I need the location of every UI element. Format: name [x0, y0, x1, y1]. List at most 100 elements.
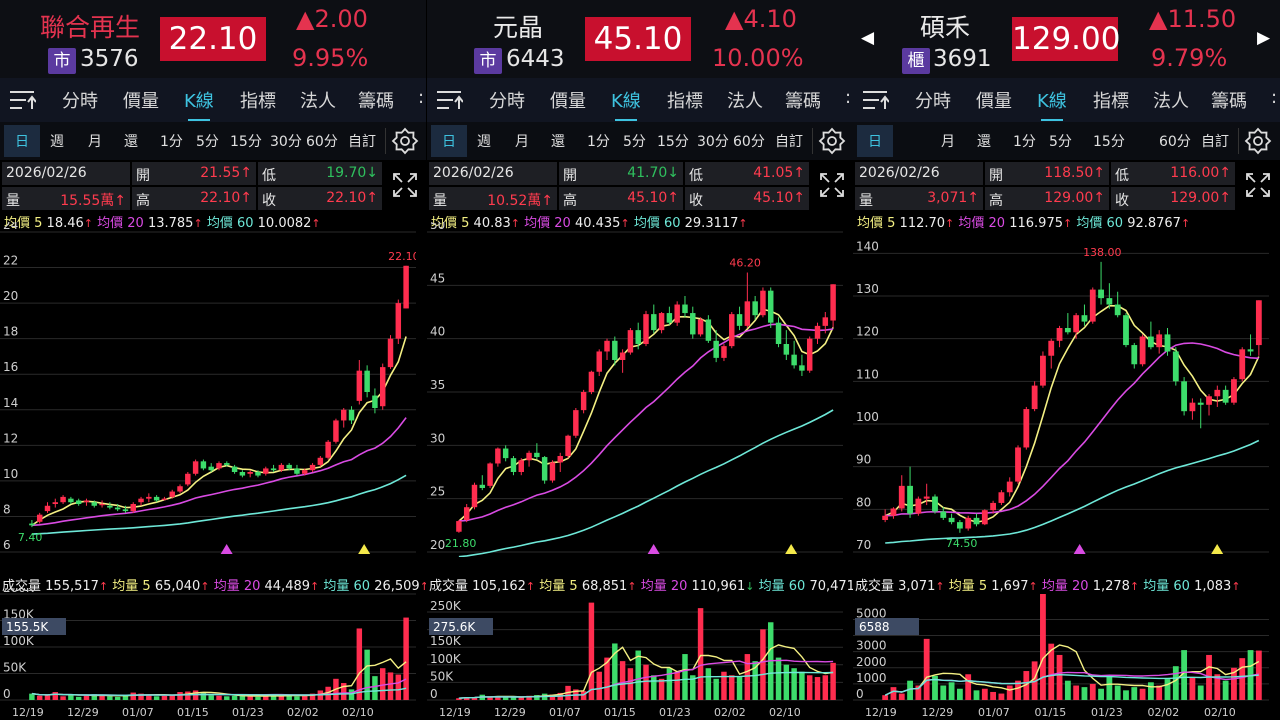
tab-item[interactable]: 指標: [240, 87, 276, 113]
volume-bar: [348, 689, 355, 700]
period-option[interactable]: 5分: [196, 131, 219, 151]
period-option[interactable]: 日: [442, 131, 456, 151]
period-option[interactable]: 自訂: [348, 131, 376, 151]
period-option[interactable]: 30分: [697, 131, 729, 151]
period-option[interactable]: 1分: [160, 131, 183, 151]
period-option[interactable]: 自訂: [775, 131, 803, 151]
tab-item[interactable]: 價量: [550, 87, 586, 113]
prev-stock-arrow-icon[interactable]: ◀: [861, 28, 874, 48]
info-label: 低: [689, 168, 703, 184]
candlestick-chart[interactable]: 70 80 90 100 110 120 130 140 138.00 74.50: [853, 222, 1269, 557]
app-root: 聯合再生市 3576 22.10 ▲2.00 9.95% 分時 價量 K線 指標 法人 籌碼: 日週月…: [0, 0, 1280, 720]
volume-chart[interactable]: 050K100K150K200K155.5K12/19 12/29 01/07 01/…: [0, 588, 416, 720]
period-option[interactable]: 月: [941, 131, 955, 151]
volume-tick-label: 150K: [430, 634, 462, 648]
tab-item[interactable]: 分時: [489, 87, 525, 113]
tab-item[interactable]: 法人: [1153, 87, 1189, 113]
volume-bar: [1131, 687, 1138, 700]
period-option[interactable]: 還: [551, 131, 565, 151]
volume-tick-label: 100K: [430, 652, 462, 666]
volume-bar: [1006, 685, 1013, 700]
volume-chart[interactable]: 010002000300040005000658812/1912/2901/07…: [853, 588, 1269, 720]
tab-item[interactable]: 價量: [123, 87, 159, 113]
period-option[interactable]: 週: [477, 131, 491, 151]
period-option[interactable]: 月: [515, 131, 529, 151]
volume-bar: [822, 675, 829, 700]
period-option[interactable]: 5分: [1049, 131, 1072, 151]
volume-bar: [1123, 690, 1129, 700]
period-option[interactable]: 週: [50, 131, 64, 151]
volume-bar: [372, 676, 378, 700]
period-option[interactable]: 還: [977, 131, 991, 151]
candle-body: [263, 468, 269, 474]
volume-bar: [1064, 680, 1071, 700]
candle-body: [309, 464, 316, 471]
tab-item[interactable]: 價量: [976, 87, 1012, 113]
tab-item[interactable]: 籌碼: [785, 87, 821, 113]
tab-item[interactable]: 指標: [1093, 87, 1129, 113]
max-price-label: 46.20: [729, 257, 761, 270]
tab-item[interactable]: :: [1271, 87, 1277, 108]
candle-body: [387, 338, 394, 368]
period-option[interactable]: 日: [868, 131, 882, 151]
candle-body: [114, 507, 121, 510]
menu-sort-icon[interactable]: [437, 90, 463, 110]
candlestick-chart[interactable]: 6 8 10 12 14 16 18 20 22 24 22.10 7.40: [0, 222, 416, 557]
tab-item[interactable]: K線: [611, 87, 641, 121]
period-option[interactable]: 還: [124, 131, 138, 151]
tab-item[interactable]: 法人: [727, 87, 763, 113]
candle-body: [596, 351, 602, 372]
tab-item[interactable]: 指標: [667, 87, 703, 113]
y-tick-label: 130: [856, 282, 879, 296]
tab-item[interactable]: 法人: [300, 87, 336, 113]
next-stock-arrow-icon[interactable]: ▶: [1257, 28, 1270, 48]
volume-bar: [294, 696, 300, 700]
menu-sort-icon[interactable]: [863, 90, 889, 110]
volume-bar: [643, 664, 649, 700]
period-option[interactable]: 15分: [230, 131, 262, 151]
tab-item[interactable]: K線: [1037, 87, 1067, 121]
x-tick-label: 01/15: [177, 706, 209, 719]
period-option[interactable]: 60分: [306, 131, 338, 151]
period-option[interactable]: 60分: [733, 131, 765, 151]
settings-gear-icon[interactable]: [1243, 126, 1273, 156]
candle-body: [255, 472, 261, 476]
volume-bar: [965, 674, 972, 700]
fullscreen-expand-icon[interactable]: [1245, 172, 1271, 198]
tab-item[interactable]: 籌碼: [358, 87, 394, 113]
candle-body: [882, 515, 889, 520]
period-option[interactable]: 月: [88, 131, 102, 151]
volume-bar: [1147, 682, 1154, 700]
tab-item[interactable]: 分時: [915, 87, 951, 113]
volume-bar: [161, 695, 168, 700]
fullscreen-expand-icon[interactable]: [392, 172, 418, 198]
settings-gear-icon[interactable]: [817, 126, 847, 156]
period-option[interactable]: 60分: [1159, 131, 1191, 151]
tab-item[interactable]: :: [845, 87, 851, 108]
volume-bar: [36, 695, 43, 700]
tab-item[interactable]: 籌碼: [1211, 87, 1247, 113]
period-option[interactable]: 自訂: [1201, 131, 1229, 151]
volume-chart[interactable]: 050K100K150K200K250K275.6K12/1912/2901/0…: [427, 588, 843, 720]
trade-date: 2026/02/26: [433, 165, 514, 181]
tab-item[interactable]: :: [418, 87, 424, 108]
settings-gear-icon[interactable]: [390, 126, 420, 156]
period-option[interactable]: 30分: [270, 131, 302, 151]
period-option[interactable]: 15分: [657, 131, 689, 151]
volume-bar: [1197, 685, 1204, 700]
period-option[interactable]: 日: [15, 131, 29, 151]
period-option[interactable]: 1分: [1013, 131, 1036, 151]
tab-item[interactable]: K線: [184, 87, 214, 121]
x-tick-label: 02/02: [714, 706, 746, 719]
fullscreen-expand-icon[interactable]: [819, 172, 845, 198]
candle-body: [791, 354, 797, 366]
period-option[interactable]: 15分: [1093, 131, 1125, 151]
y-tick-label: 80: [856, 495, 871, 509]
candlestick-chart[interactable]: 20 25 30 35 40 45 50 46.20 21.80: [427, 222, 843, 557]
period-option[interactable]: 1分: [587, 131, 610, 151]
event-marker-magenta-icon: [220, 544, 233, 554]
menu-sort-icon[interactable]: [10, 90, 36, 110]
tab-item[interactable]: 分時: [62, 87, 98, 113]
period-option[interactable]: 5分: [623, 131, 646, 151]
candle-body: [130, 504, 136, 512]
